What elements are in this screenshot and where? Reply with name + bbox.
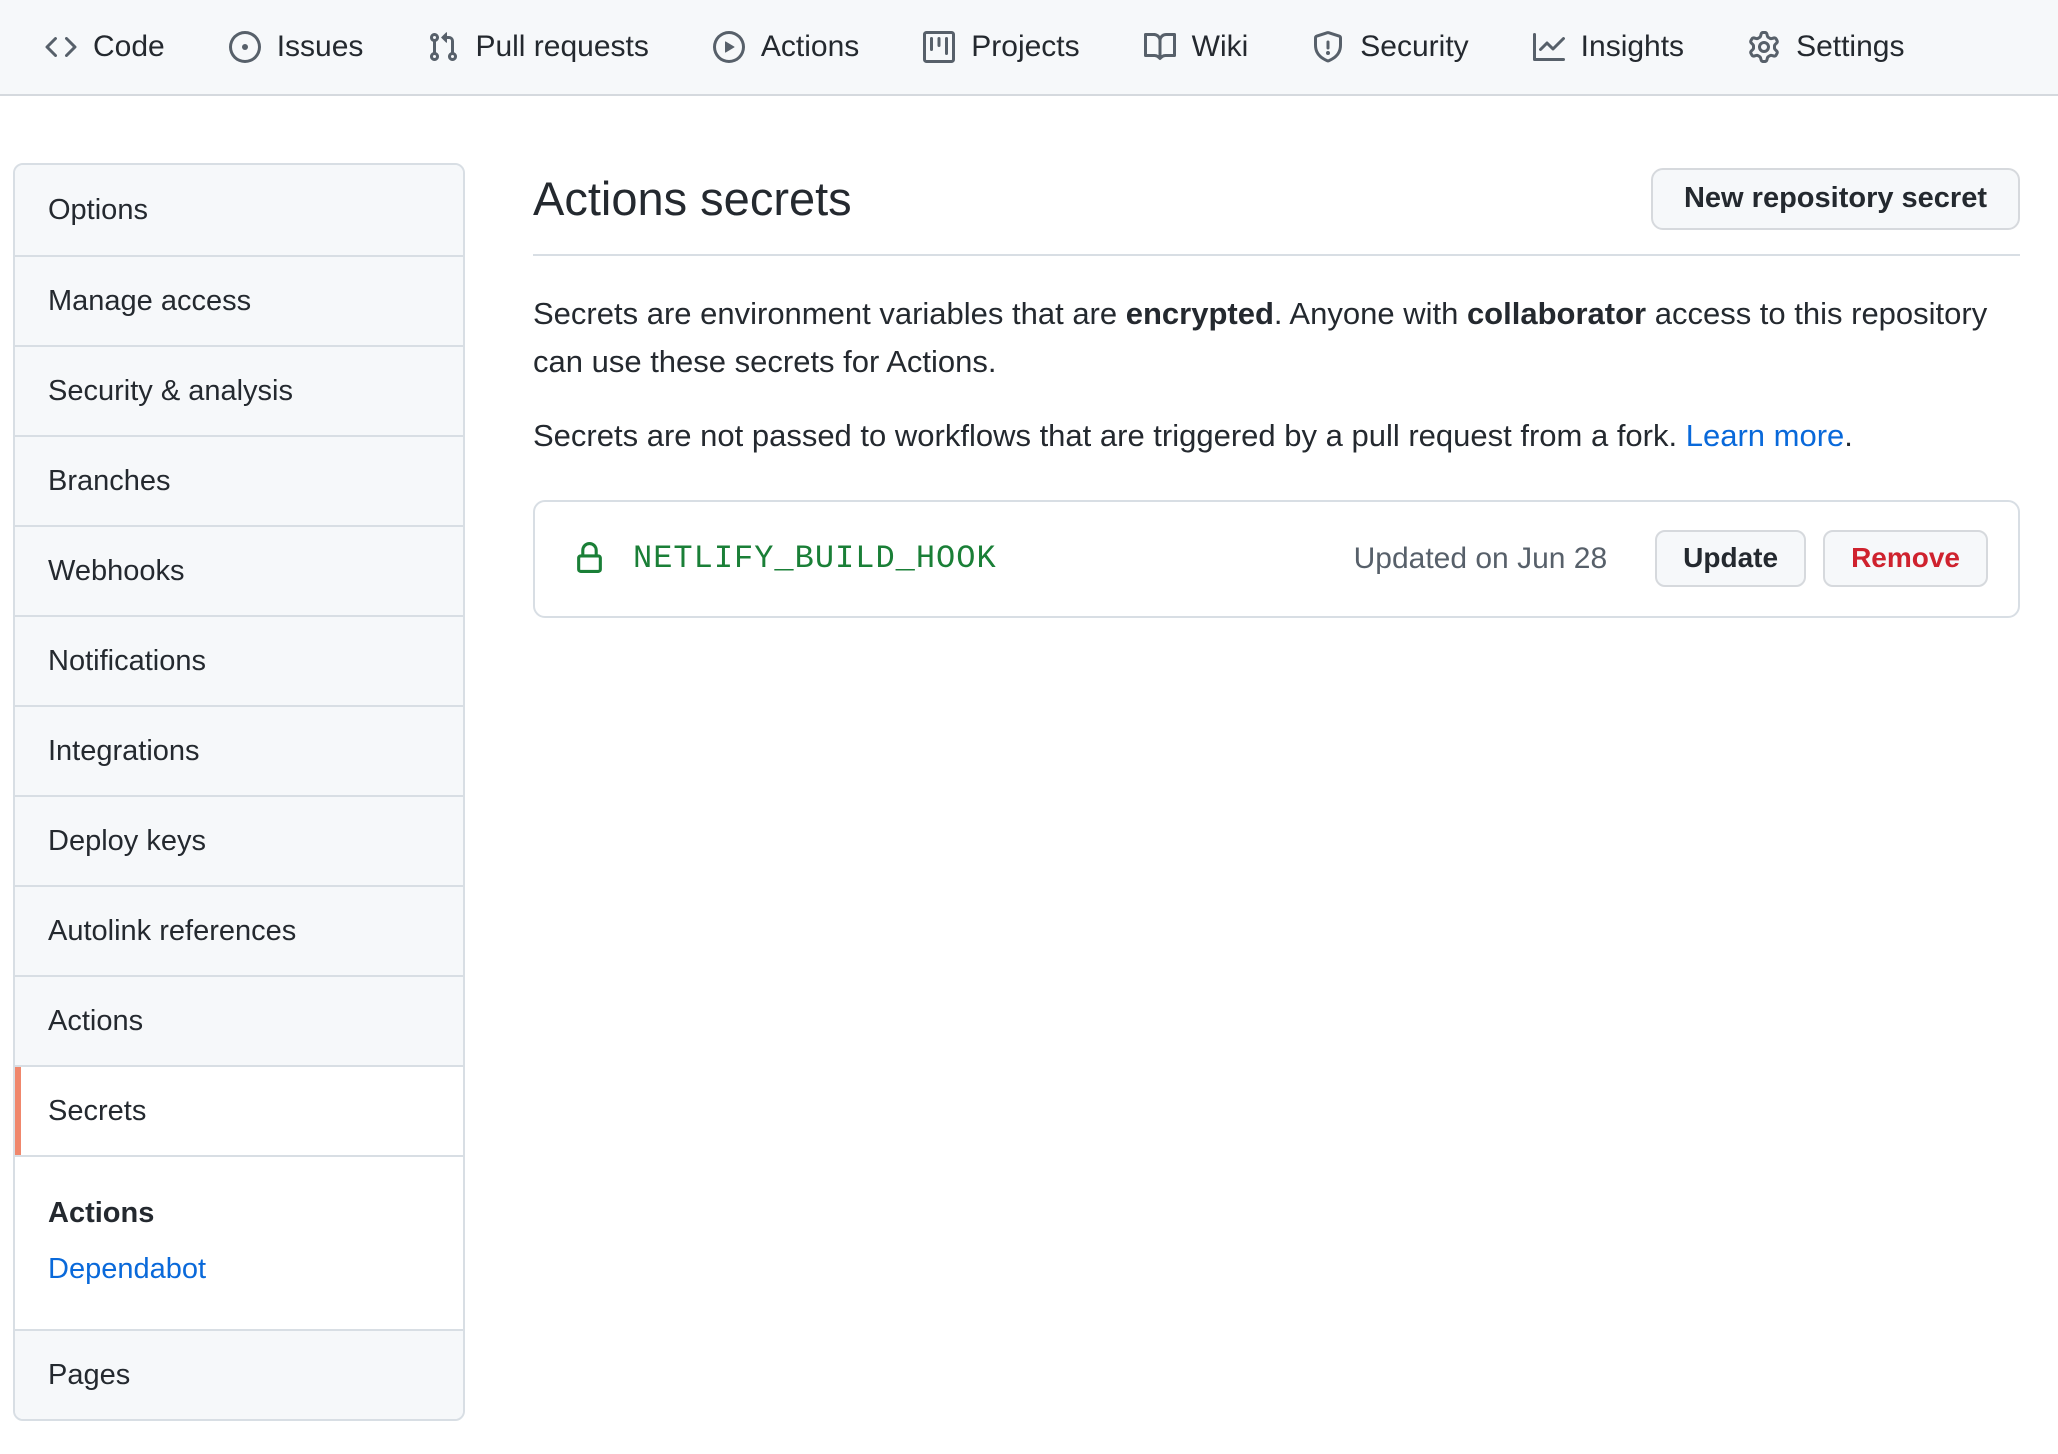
tab-pull-requests-label: Pull requests [475, 30, 648, 64]
learn-more-link[interactable]: Learn more [1686, 418, 1845, 453]
project-icon [923, 31, 955, 63]
subhead: Actions secrets New repository secret [533, 160, 2020, 256]
sidebar-item-label: Security & analysis [48, 375, 293, 408]
intro-text-part: Secrets are environment variables that a… [533, 296, 1126, 331]
update-secret-button[interactable]: Update [1655, 530, 1806, 587]
tab-security-label: Security [1360, 30, 1468, 64]
remove-secret-button[interactable]: Remove [1823, 530, 1988, 587]
shield-icon [1312, 31, 1344, 63]
fork-note-text: Secrets are not passed to workflows that… [533, 412, 2020, 460]
sidebar-item-label: Branches [48, 465, 171, 498]
tab-settings[interactable]: Settings [1748, 30, 1904, 64]
intro-bold-collaborator: collaborator [1467, 296, 1646, 331]
tab-security[interactable]: Security [1312, 30, 1468, 64]
tab-issues-label: Issues [277, 30, 364, 64]
submenu-item-actions[interactable]: Actions [48, 1185, 463, 1241]
intro-text-part: . Anyone with [1274, 296, 1467, 331]
sidebar-item-label: Deploy keys [48, 825, 206, 858]
play-icon [713, 31, 745, 63]
tab-wiki[interactable]: Wiki [1144, 30, 1249, 64]
sidebar-item-branches[interactable]: Branches [15, 435, 463, 525]
tab-issues[interactable]: Issues [229, 30, 364, 64]
active-indicator [15, 1067, 21, 1155]
gear-icon [1748, 31, 1780, 63]
issue-opened-icon [229, 31, 261, 63]
sidebar-item-label: Actions [48, 1005, 143, 1038]
tab-projects-label: Projects [971, 30, 1079, 64]
git-pull-request-icon [427, 31, 459, 63]
settings-sidebar: Options Manage access Security & analysi… [13, 163, 465, 1421]
secret-name: NETLIFY_BUILD_HOOK [633, 540, 997, 577]
sidebar-item-pages[interactable]: Pages [15, 1329, 463, 1419]
tab-pull-requests[interactable]: Pull requests [427, 30, 648, 64]
repo-tab-bar: Code Issues Pull requests Actions Projec… [0, 0, 2058, 96]
tab-code-label: Code [93, 30, 165, 64]
submenu-item-dependabot[interactable]: Dependabot [48, 1241, 463, 1297]
main-content: Actions secrets New repository secret Se… [533, 160, 2020, 618]
secret-updated-date: Updated on Jun 28 [1354, 542, 1608, 576]
new-repository-secret-button[interactable]: New repository secret [1651, 168, 2020, 230]
sidebar-item-secrets[interactable]: Secrets [15, 1065, 463, 1155]
tab-insights-label: Insights [1581, 30, 1684, 64]
tab-projects[interactable]: Projects [923, 30, 1079, 64]
graph-icon [1533, 31, 1565, 63]
sidebar-item-label: Options [48, 194, 148, 227]
tab-actions-label: Actions [761, 30, 859, 64]
sidebar-item-security-analysis[interactable]: Security & analysis [15, 345, 463, 435]
tab-insights[interactable]: Insights [1533, 30, 1684, 64]
sidebar-item-actions[interactable]: Actions [15, 975, 463, 1065]
settings-page: Options Manage access Security & analysi… [0, 96, 2058, 1421]
sidebar-item-deploy-keys[interactable]: Deploy keys [15, 795, 463, 885]
sidebar-item-label: Pages [48, 1359, 130, 1392]
tab-settings-label: Settings [1796, 30, 1904, 64]
page-title: Actions secrets [533, 169, 852, 228]
fork-note-period: . [1844, 418, 1853, 453]
sidebar-item-autolink-references[interactable]: Autolink references [15, 885, 463, 975]
sidebar-item-label: Webhooks [48, 555, 185, 588]
sidebar-item-label: Autolink references [48, 915, 296, 948]
sidebar-item-label: Manage access [48, 285, 251, 318]
sidebar-item-integrations[interactable]: Integrations [15, 705, 463, 795]
sidebar-item-notifications[interactable]: Notifications [15, 615, 463, 705]
sidebar-item-options[interactable]: Options [15, 165, 463, 255]
intro-bold-encrypted: encrypted [1126, 296, 1274, 331]
book-icon [1144, 31, 1176, 63]
sidebar-item-webhooks[interactable]: Webhooks [15, 525, 463, 615]
sidebar-item-manage-access[interactable]: Manage access [15, 255, 463, 345]
tab-wiki-label: Wiki [1192, 30, 1249, 64]
secret-list-item: NETLIFY_BUILD_HOOK Updated on Jun 28 Upd… [533, 500, 2020, 618]
sidebar-item-label: Secrets [48, 1095, 146, 1128]
code-icon [45, 31, 77, 63]
sidebar-item-label: Notifications [48, 645, 206, 678]
lock-icon [573, 542, 606, 575]
sidebar-item-label: Integrations [48, 735, 200, 768]
tab-actions[interactable]: Actions [713, 30, 859, 64]
tab-code[interactable]: Code [45, 30, 165, 64]
secrets-intro-text: Secrets are environment variables that a… [533, 290, 2020, 386]
secrets-submenu: Actions Dependabot [15, 1155, 463, 1329]
fork-note-part: Secrets are not passed to workflows that… [533, 418, 1686, 453]
